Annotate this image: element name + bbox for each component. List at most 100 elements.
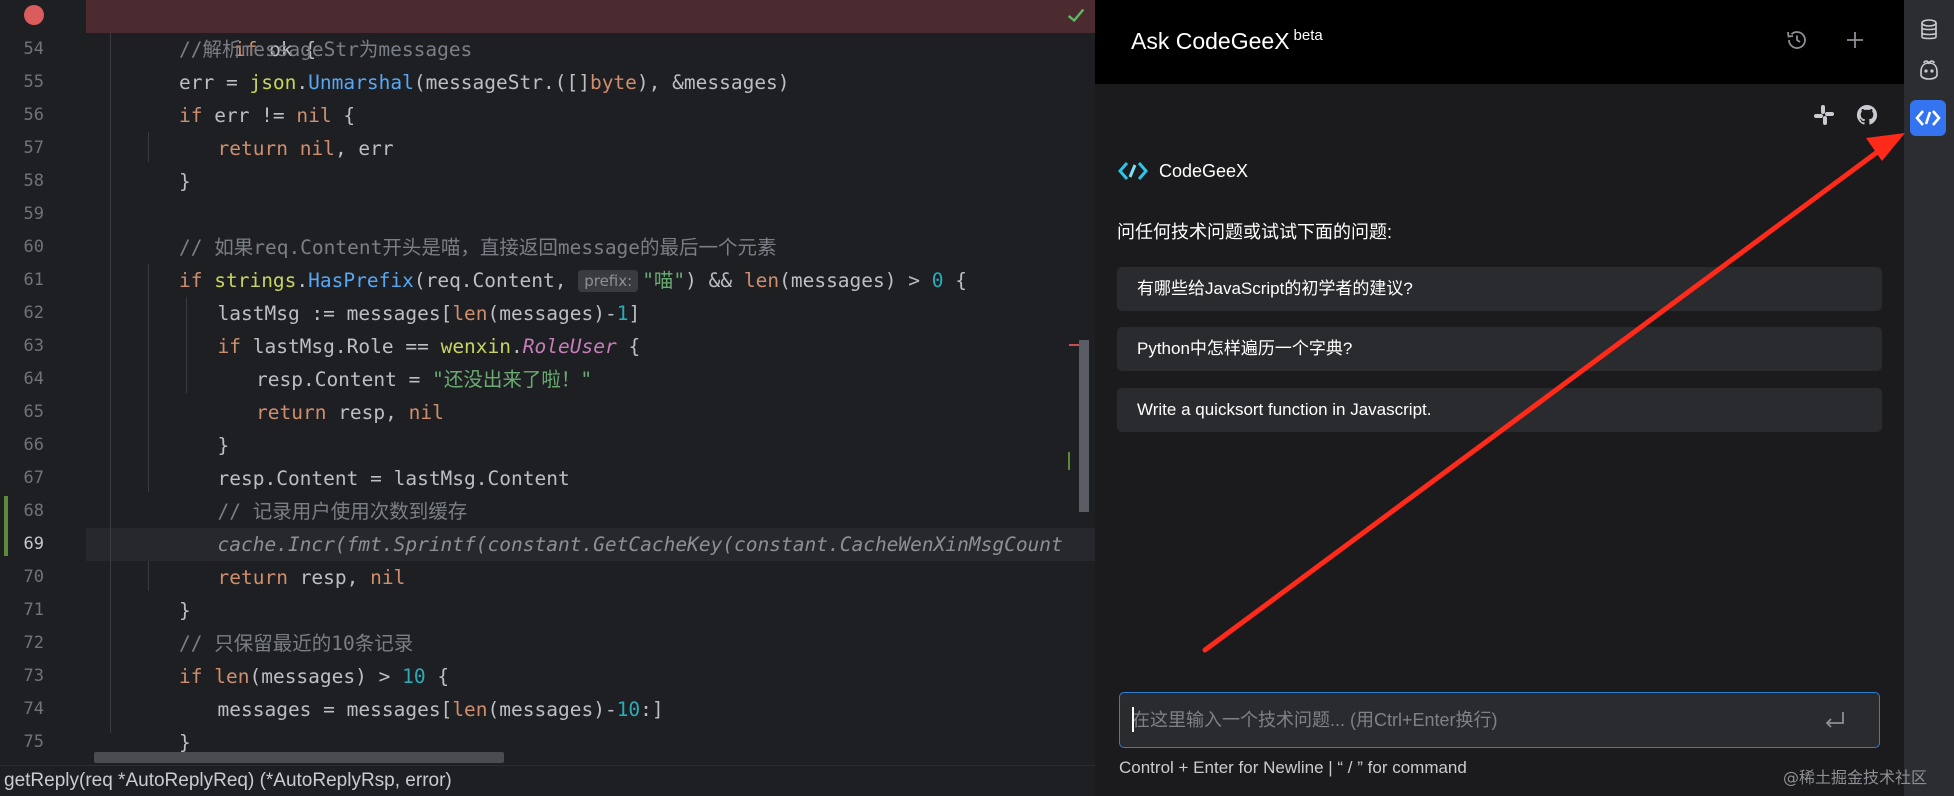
code-token: ) && bbox=[685, 269, 744, 292]
code-line[interactable]: return resp, nil bbox=[86, 561, 1095, 594]
code-line[interactable]: // 记录用户使用次数到缓存 bbox=[86, 495, 1095, 528]
code-token: len bbox=[452, 698, 488, 721]
code-line[interactable]: } bbox=[86, 429, 1095, 462]
code-token: RoleUser bbox=[522, 335, 617, 358]
check-icon[interactable] bbox=[1065, 4, 1087, 26]
indent-guide bbox=[148, 132, 149, 162]
code-line[interactable]: return resp, nil bbox=[86, 396, 1095, 429]
code-token: resp, bbox=[326, 401, 409, 424]
line-number: 60 bbox=[23, 237, 44, 257]
code-line[interactable]: cache.Incr(fmt.Sprintf(constant.GetCache… bbox=[86, 528, 1095, 561]
line-number: 72 bbox=[23, 633, 44, 653]
indent-guide bbox=[148, 264, 149, 492]
database-icon[interactable] bbox=[1917, 18, 1941, 42]
code-token: { bbox=[943, 269, 967, 292]
line-number: 73 bbox=[23, 666, 44, 686]
code-token: len bbox=[452, 302, 488, 325]
code-token: lastMsg.Role == bbox=[240, 335, 441, 358]
code-editor[interactable]: 54 55 56 57 58 59 60 61 62 63 64 65 66 67 68 69 70 71 72 73… bbox=[0, 0, 1095, 796]
chat-input[interactable] bbox=[1120, 693, 1794, 748]
github-icon[interactable] bbox=[1855, 103, 1879, 127]
slack-icon[interactable] bbox=[1812, 103, 1836, 127]
panel-title-text: Ask CodeGeeX bbox=[1131, 28, 1290, 54]
suggestion-item[interactable]: 有哪些给JavaScript的初学者的建议? bbox=[1117, 267, 1882, 311]
indent-guide bbox=[186, 297, 187, 393]
line-number: 67 bbox=[23, 468, 44, 488]
code-line[interactable] bbox=[86, 198, 1095, 231]
change-marker bbox=[4, 496, 8, 556]
scroll-marker bbox=[1079, 340, 1089, 512]
breakpoint-line[interactable]: if ok { bbox=[86, 0, 1095, 61]
plus-icon[interactable] bbox=[1843, 28, 1867, 52]
suggestion-item[interactable]: Python中怎样遍历一个字典? bbox=[1117, 327, 1882, 371]
code-token: lastMsg := messages[ bbox=[217, 302, 453, 325]
code-line[interactable]: lastMsg := messages[len(messages)-1] bbox=[86, 297, 1095, 330]
code-token: (messages)- bbox=[487, 302, 617, 325]
code-token: wenxin bbox=[440, 335, 512, 358]
code-line[interactable]: if strings.HasPrefix(req.Content, prefix… bbox=[86, 264, 1095, 297]
code-token: nil bbox=[299, 137, 335, 160]
code-token: (messages) > bbox=[249, 665, 403, 688]
status-breadcrumb[interactable]: getReply(req *AutoReplyReq) (*AutoReplyR… bbox=[0, 765, 1095, 796]
code-token: { bbox=[616, 335, 641, 358]
code-line[interactable]: resp.Content = lastMsg.Content bbox=[86, 462, 1095, 495]
text-caret bbox=[1132, 707, 1134, 732]
line-number: 75 bbox=[23, 732, 44, 752]
chat-input-box[interactable] bbox=[1119, 692, 1880, 748]
code-token: } bbox=[179, 599, 191, 622]
code-line[interactable]: // 只保留最近的10条记录 bbox=[86, 627, 1095, 660]
codegeex-panel: Ask CodeGeeX beta CodeGeeX 问任何技术问题或试试下面的… bbox=[1095, 0, 1904, 796]
code-line[interactable]: return nil, err bbox=[86, 132, 1095, 165]
code-line[interactable]: if err != nil { bbox=[86, 99, 1095, 132]
prompt-text: 问任何技术问题或试试下面的问题: bbox=[1117, 222, 1392, 242]
code-token: return bbox=[217, 137, 288, 160]
line-number: 66 bbox=[23, 435, 44, 455]
code-line[interactable]: messages = messages[len(messages)-10:] bbox=[86, 693, 1095, 726]
code-token: if bbox=[217, 335, 241, 358]
codegeex-tool-button[interactable] bbox=[1910, 100, 1946, 136]
code-line[interactable]: } bbox=[86, 594, 1095, 627]
code-token: nil bbox=[370, 566, 406, 589]
code-line[interactable]: if len(messages) > 10 { bbox=[86, 660, 1095, 693]
breakpoint-icon[interactable] bbox=[24, 5, 44, 25]
scroll-marker-change bbox=[1068, 452, 1070, 470]
code-token: err != bbox=[202, 104, 297, 127]
code-line[interactable]: err = json.Unmarshal(messageStr.([]byte)… bbox=[86, 66, 1095, 99]
code-token: . bbox=[511, 335, 523, 358]
code-line[interactable]: //解析messageStr为messages bbox=[86, 33, 1095, 66]
code-area[interactable]: if ok { //解析messageStr为messages err = jso… bbox=[86, 0, 1095, 765]
suggestion-item[interactable]: Write a quicksort function in Javascript… bbox=[1117, 388, 1882, 432]
code-token: resp.Content = bbox=[256, 368, 433, 391]
code-token: nil bbox=[408, 401, 444, 424]
panel-title: Ask CodeGeeX beta bbox=[1131, 27, 1323, 55]
brand-name: CodeGeeX bbox=[1159, 160, 1249, 181]
code-line[interactable]: if lastMsg.Role == wenxin.RoleUser { bbox=[86, 330, 1095, 363]
history-icon[interactable] bbox=[1785, 28, 1809, 52]
code-token: :] bbox=[640, 698, 664, 721]
code-token: // 只保留最近的10条记录 bbox=[179, 632, 414, 655]
code-token: resp, bbox=[287, 566, 371, 589]
code-line[interactable]: resp.Content = "还没出来了啦！" bbox=[86, 363, 1095, 396]
code-line[interactable]: // 如果req.Content开头是喵，直接返回message的最后一个元素 bbox=[86, 231, 1095, 264]
horizontal-scrollbar[interactable] bbox=[94, 752, 504, 763]
code-line[interactable]: } bbox=[86, 165, 1095, 198]
code-token: { bbox=[425, 665, 450, 688]
line-number: 59 bbox=[23, 204, 44, 224]
codegeex-icon bbox=[1915, 110, 1941, 126]
copilot-icon[interactable] bbox=[1917, 58, 1941, 82]
code-token: 0 bbox=[931, 269, 944, 292]
line-gutter[interactable]: 54 55 56 57 58 59 60 61 62 63 64 65 66 67 68 69 70 71 72 73… bbox=[0, 0, 86, 765]
send-icon[interactable] bbox=[1823, 709, 1847, 731]
